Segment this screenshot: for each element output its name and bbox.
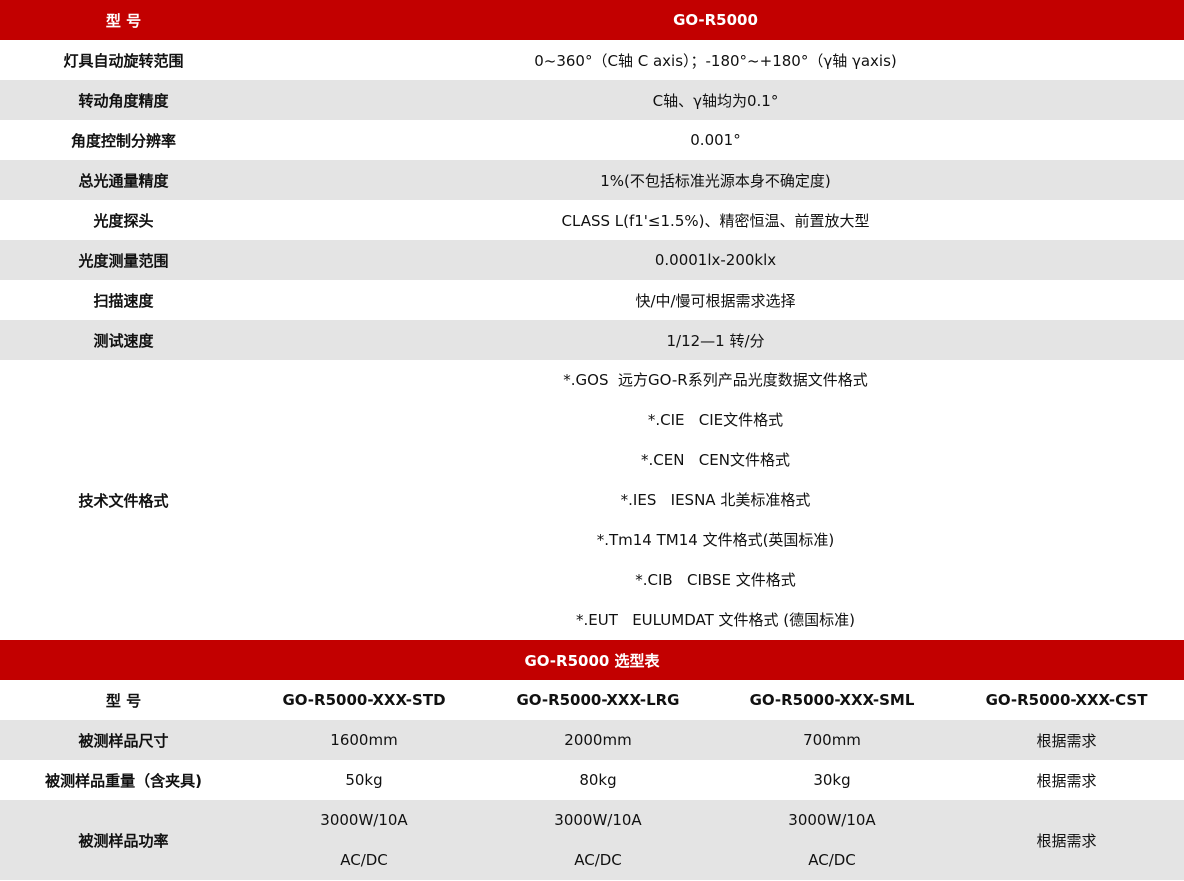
- file-format-line: *.CIE CIE文件格式: [647, 411, 784, 429]
- spec-row-label: 光度探头: [93, 211, 154, 230]
- power-value-custom: 根据需求: [949, 800, 1184, 880]
- spec-row-label: 测试速度: [0, 320, 247, 360]
- file-format-line: *.CIB CIBSE 文件格式: [635, 571, 796, 589]
- model-name: GO-R5000-XXX-STD: [282, 691, 446, 709]
- spec-row-value: 1%(不包括标准光源本身不确定度): [247, 160, 1184, 200]
- spec-header-row: 型 号 GO-R5000: [0, 0, 1184, 40]
- file-format-line: *.Tm14 TM14 文件格式(英国标准): [596, 531, 835, 549]
- file-format-line: *.EUT EULUMDAT 文件格式 (德国标准): [576, 611, 855, 629]
- spec-header-value: GO-R5000: [247, 0, 1184, 40]
- spec-row-value: C轴、γ轴均为0.1°: [247, 80, 1184, 120]
- spec-row-value: 0.0001lx-200klx: [247, 240, 1184, 280]
- size-value: 2000mm: [481, 720, 715, 760]
- file-formats-list: *.GOS 远方GO-R系列产品光度数据文件格式 *.CIE CIE文件格式 *…: [247, 360, 1184, 640]
- spec-row-value: 0.001°: [690, 131, 741, 149]
- spec-row: 光度探头 CLASS L(f1'≤1.5%)、精密恒温、前置放大型: [0, 200, 1184, 240]
- file-format-line: *.CEN CEN文件格式: [641, 451, 790, 469]
- power-type: AC/DC: [340, 851, 388, 869]
- spec-row-label: 角度控制分辨率: [70, 131, 176, 150]
- file-formats-label: 技术文件格式: [78, 491, 169, 510]
- power-label: 被测样品功率: [0, 800, 247, 880]
- spec-row-label: 灯具自动旋转范围: [63, 51, 184, 70]
- model-name: GO-R5000-XXX-CST: [985, 691, 1148, 709]
- spec-row: 灯具自动旋转范围 0~360°（C轴 C axis）；-180°~+180°（γ…: [0, 40, 1184, 80]
- power-value: 3000W/10A AC/DC: [481, 800, 715, 880]
- power-watt: 3000W/10A: [788, 811, 876, 829]
- spec-header-label: 型 号: [0, 0, 247, 40]
- model-header-row: 型 号 GO-R5000-XXX-STD GO-R5000-XXX-LRG GO…: [0, 680, 1184, 720]
- selection-title: GO-R5000 选型表: [0, 640, 1184, 680]
- model-name: GO-R5000-XXX-SML: [749, 691, 915, 709]
- spec-row-value: 快/中/慢可根据需求选择: [635, 291, 796, 310]
- model-name: GO-R5000-XXX-LRG: [516, 691, 680, 709]
- power-watt: 3000W/10A: [320, 811, 408, 829]
- spec-row-label: 光度测量范围: [0, 240, 247, 280]
- size-value: 700mm: [715, 720, 949, 760]
- power-type: AC/DC: [808, 851, 856, 869]
- spec-row: 扫描速度 快/中/慢可根据需求选择: [0, 280, 1184, 320]
- power-row: 被测样品功率 3000W/10A AC/DC 3000W/10A AC/DC 3…: [0, 800, 1184, 880]
- power-watt: 3000W/10A: [554, 811, 642, 829]
- size-value: 根据需求: [949, 720, 1184, 760]
- spec-row: 光度测量范围 0.0001lx-200klx: [0, 240, 1184, 280]
- spec-row: 转动角度精度 C轴、γ轴均为0.1°: [0, 80, 1184, 120]
- spec-row: 角度控制分辨率 0.001°: [0, 120, 1184, 160]
- weight-value: 根据需求: [1036, 771, 1097, 790]
- spec-row-label: 总光通量精度: [0, 160, 247, 200]
- power-value: 3000W/10A AC/DC: [247, 800, 481, 880]
- size-label: 被测样品尺寸: [0, 720, 247, 760]
- weight-value: 80kg: [579, 771, 617, 789]
- spec-row-label: 扫描速度: [93, 291, 154, 310]
- file-format-line: *.IES IESNA 北美标准格式: [620, 491, 811, 509]
- weight-value: 50kg: [345, 771, 383, 789]
- size-row: 被测样品尺寸 1600mm 2000mm 700mm 根据需求: [0, 720, 1184, 760]
- size-value: 1600mm: [247, 720, 481, 760]
- spec-row-label: 转动角度精度: [0, 80, 247, 120]
- power-value: 3000W/10A AC/DC: [715, 800, 949, 880]
- spec-row: 总光通量精度 1%(不包括标准光源本身不确定度): [0, 160, 1184, 200]
- spec-row-value: CLASS L(f1'≤1.5%)、精密恒温、前置放大型: [561, 211, 870, 230]
- file-formats-row: 技术文件格式 *.GOS 远方GO-R系列产品光度数据文件格式 *.CIE CI…: [0, 360, 1184, 640]
- file-format-line: *.GOS 远方GO-R系列产品光度数据文件格式: [563, 371, 868, 389]
- weight-value: 30kg: [813, 771, 851, 789]
- spec-row-value: 0~360°（C轴 C axis）；-180°~+180°（γ轴 γaxis): [534, 51, 897, 70]
- weight-label: 被测样品重量（含夹具): [45, 771, 202, 790]
- weight-row: 被测样品重量（含夹具) 50kg 80kg 30kg 根据需求: [0, 760, 1184, 800]
- model-header-label: 型 号: [105, 691, 142, 710]
- power-type: AC/DC: [574, 851, 622, 869]
- spec-row-value: 1/12—1 转/分: [247, 320, 1184, 360]
- spec-row: 测试速度 1/12—1 转/分: [0, 320, 1184, 360]
- selection-title-row: GO-R5000 选型表: [0, 640, 1184, 680]
- spec-table: 型 号 GO-R5000 灯具自动旋转范围 0~360°（C轴 C axis）；…: [0, 0, 1184, 640]
- selection-table: GO-R5000 选型表 型 号 GO-R5000-XXX-STD GO-R50…: [0, 640, 1184, 880]
